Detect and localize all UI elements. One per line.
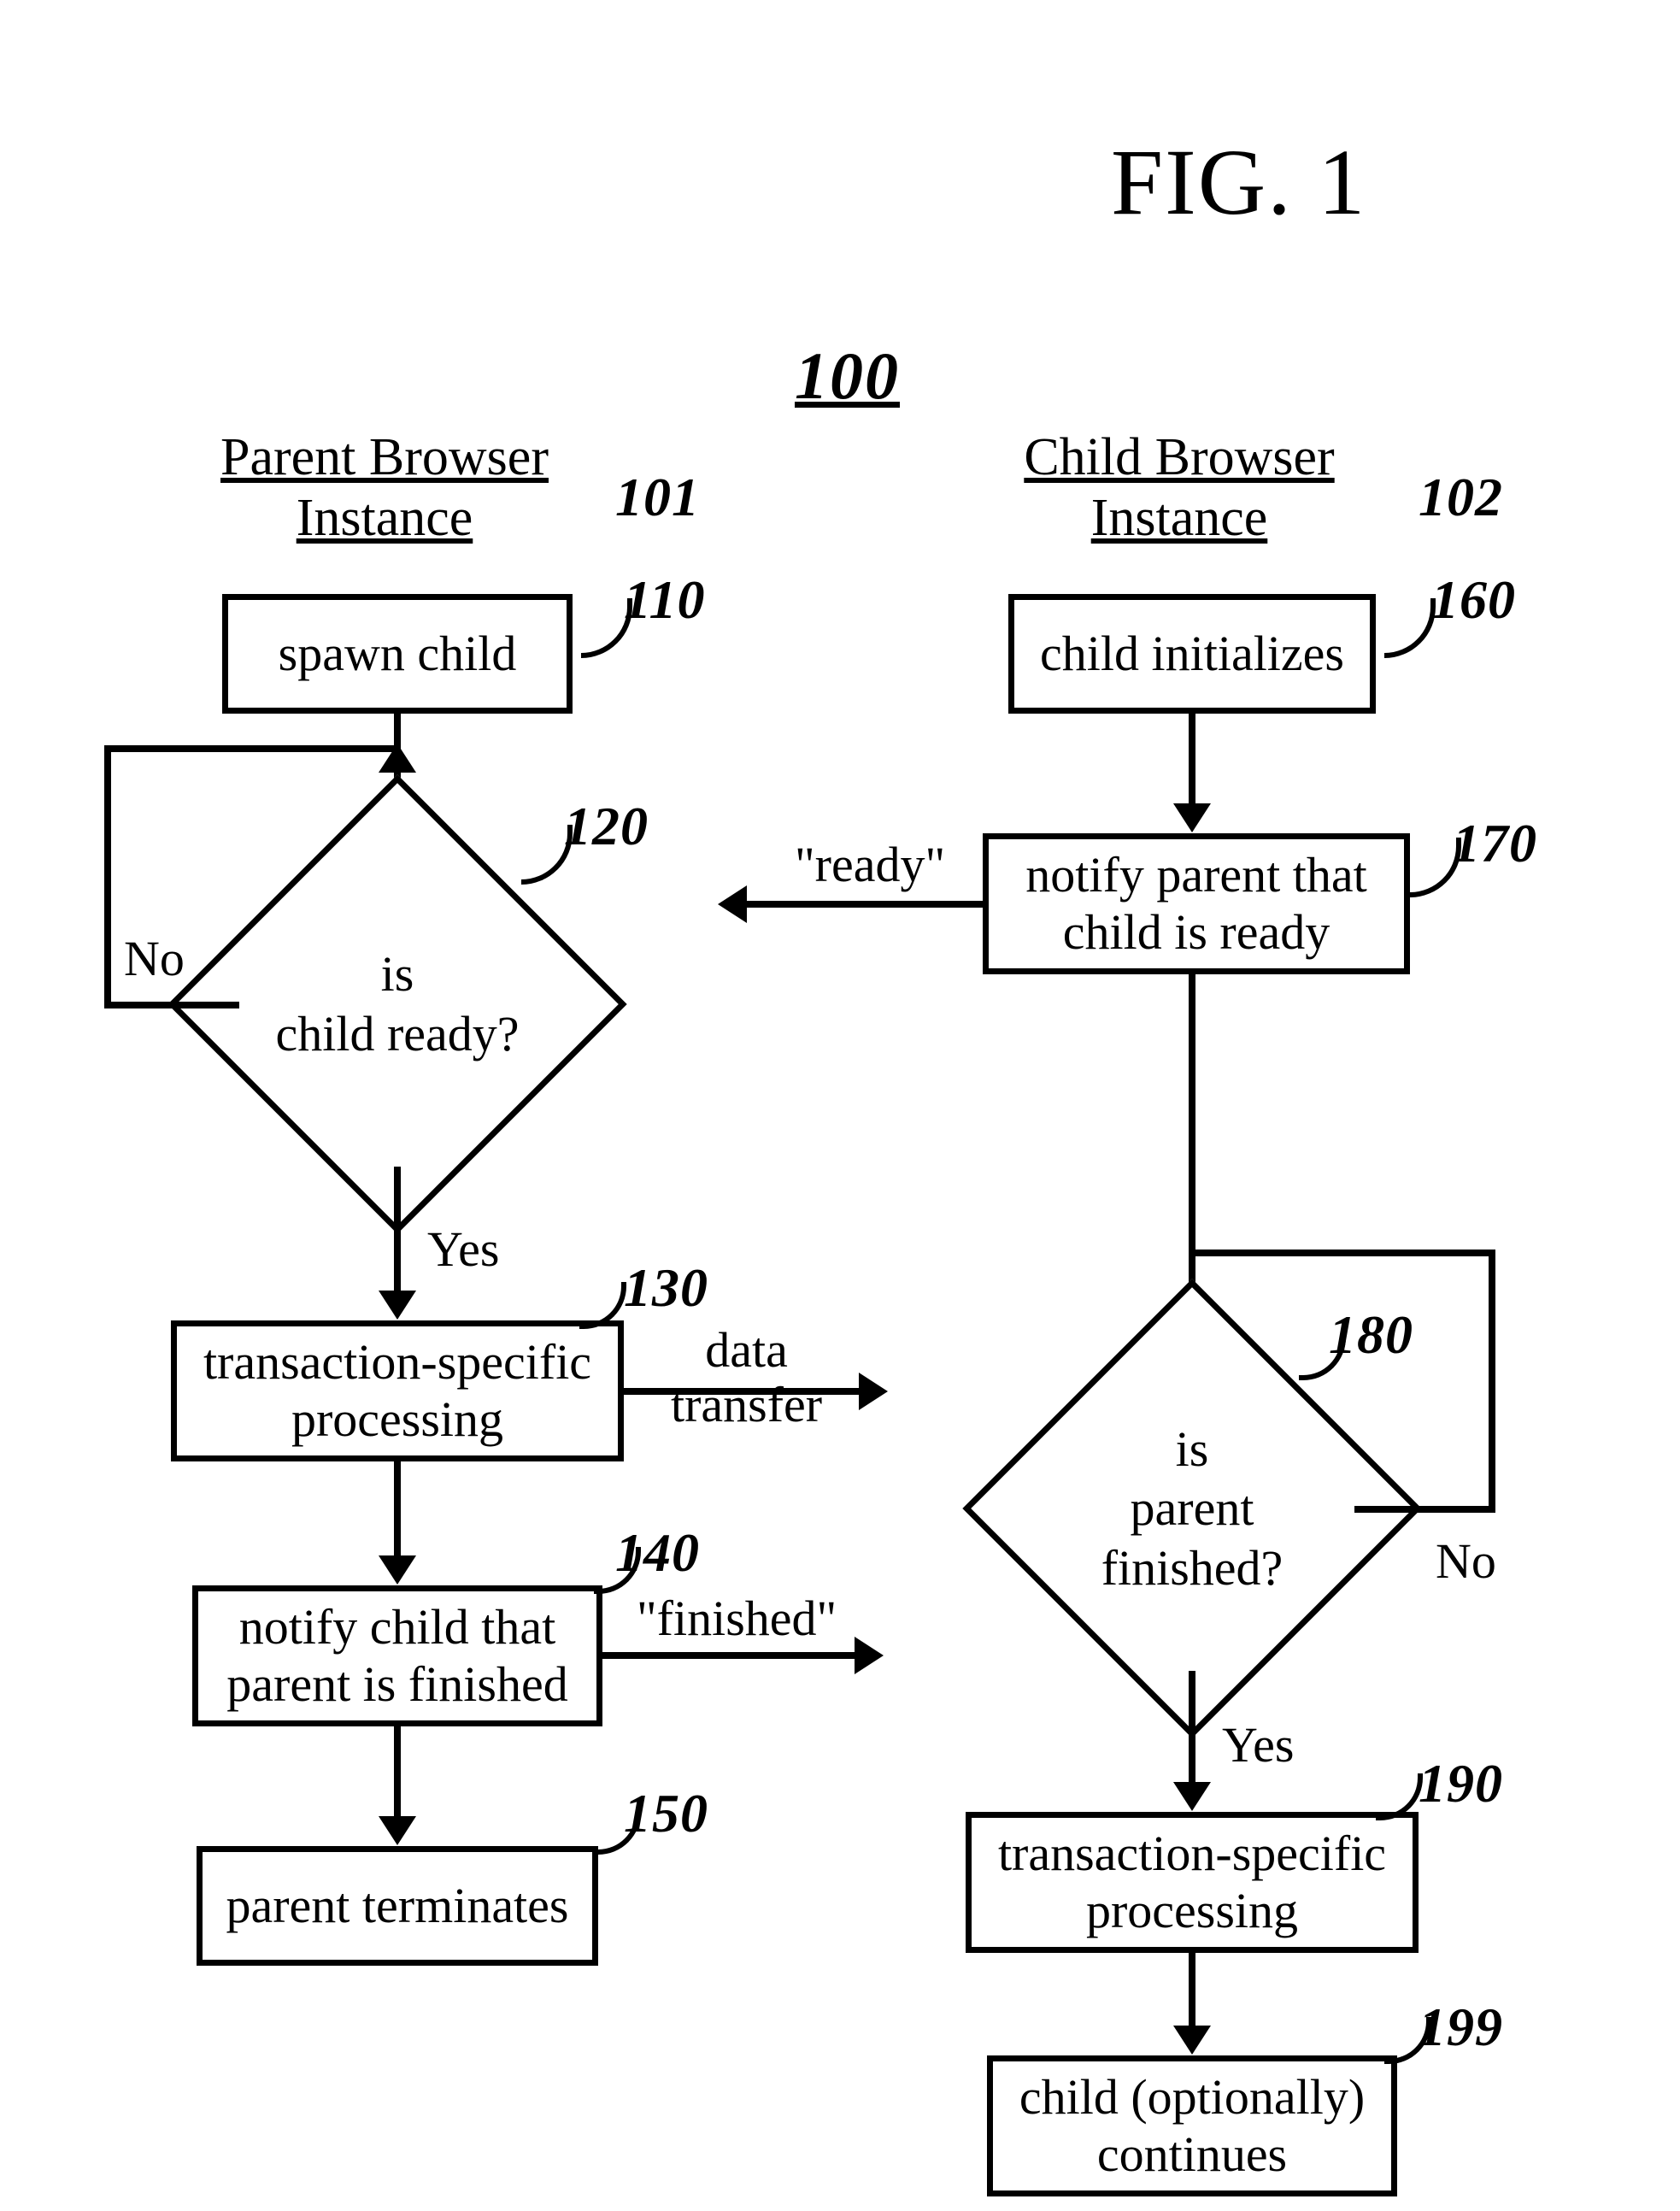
edge-label-ready: "ready" <box>795 838 945 892</box>
edge-120-130 <box>394 1167 401 1295</box>
child-column-title: Child Browser Instance <box>991 427 1367 550</box>
ref-180: 180 <box>1329 1303 1413 1367</box>
edge-170-ready <box>743 901 983 908</box>
arrowhead-icon <box>1173 2026 1211 2055</box>
node-190-transaction-processing: transaction-specific processing <box>966 1812 1419 1953</box>
flowchart-canvas: FIG. 1 100 Parent Browser Instance 101 C… <box>0 0 1680 2211</box>
figure-number: 100 <box>795 338 900 415</box>
node-170-notify-parent: notify parent that child is ready <box>983 833 1410 974</box>
ref-140: 140 <box>615 1521 700 1585</box>
node-130-text: transaction-specific processing <box>203 1334 591 1448</box>
node-110-spawn-child: spawn child <box>222 594 573 714</box>
ref-130: 130 <box>624 1256 708 1320</box>
arrowhead-icon <box>379 1816 416 1845</box>
arrowhead-icon <box>1173 1782 1211 1811</box>
edge-label-yes-120: Yes <box>427 1222 499 1277</box>
arrowhead-icon <box>718 885 747 923</box>
arrowhead-icon <box>855 1637 884 1674</box>
node-170-text: notify parent that child is ready <box>1025 847 1366 961</box>
edge-label-finished: "finished" <box>637 1591 837 1646</box>
node-150-parent-terminates: parent terminates <box>197 1846 598 1966</box>
edge-180-no-top <box>1192 1250 1495 1256</box>
ref-150: 150 <box>624 1782 708 1845</box>
ref-110: 110 <box>624 568 705 632</box>
parent-column-title: Parent Browser Instance <box>197 427 573 550</box>
ref-190: 190 <box>1419 1752 1503 1815</box>
node-160-text: child initializes <box>1040 626 1344 683</box>
edge-190-199 <box>1189 1953 1195 2030</box>
edge-180-no-h <box>1354 1506 1495 1513</box>
edge-120-no-top <box>104 745 397 752</box>
node-150-text: parent terminates <box>226 1878 569 1935</box>
ref-120: 120 <box>564 795 649 858</box>
edge-130-140 <box>394 1461 401 1560</box>
ref-102: 102 <box>1419 466 1503 529</box>
arrowhead-icon <box>379 1555 416 1585</box>
figure-title: FIG. 1 <box>1111 128 1366 237</box>
edge-160-170 <box>1189 714 1195 808</box>
arrowhead-icon <box>859 1373 888 1410</box>
node-140-text: notify child that parent is finished <box>226 1599 567 1713</box>
ref-160: 160 <box>1431 568 1516 632</box>
edge-180-no-v <box>1489 1256 1495 1513</box>
edge-170-180 <box>1189 974 1195 1316</box>
node-199-child-continues: child (optionally) continues <box>987 2055 1397 2196</box>
edge-140-150 <box>394 1726 401 1820</box>
node-180-text: is parent finished? <box>1004 1346 1380 1671</box>
edge-label-no-180: No <box>1436 1534 1496 1589</box>
edge-140-finished <box>602 1652 859 1659</box>
node-130-transaction-processing: transaction-specific processing <box>171 1320 624 1461</box>
arrowhead-icon <box>379 1291 416 1320</box>
edge-180-190 <box>1189 1671 1195 1786</box>
hook-icon <box>1384 598 1436 658</box>
node-120-is-child-ready: is child ready? <box>235 842 560 1167</box>
node-180-is-parent-finished: is parent finished? <box>1030 1346 1354 1671</box>
ref-199: 199 <box>1419 1996 1503 2059</box>
ref-101: 101 <box>615 466 700 529</box>
node-160-child-initializes: child initializes <box>1008 594 1376 714</box>
node-140-notify-child: notify child that parent is finished <box>192 1585 602 1726</box>
edge-120-no-h <box>111 1002 239 1008</box>
node-120-text: is child ready? <box>209 842 585 1167</box>
edge-label-no-120: No <box>124 932 185 986</box>
node-110-text: spawn child <box>279 626 517 683</box>
arrowhead-icon <box>1173 803 1211 832</box>
edge-label-yes-180: Yes <box>1222 1718 1294 1773</box>
node-190-text: transaction-specific processing <box>998 1826 1386 1939</box>
edge-label-data-transfer: data transfer <box>671 1323 822 1432</box>
node-199-text: child (optionally) continues <box>1019 2069 1365 2183</box>
arrowhead-icon <box>379 744 416 773</box>
ref-170: 170 <box>1453 812 1537 875</box>
edge-120-no-v <box>104 752 111 1008</box>
